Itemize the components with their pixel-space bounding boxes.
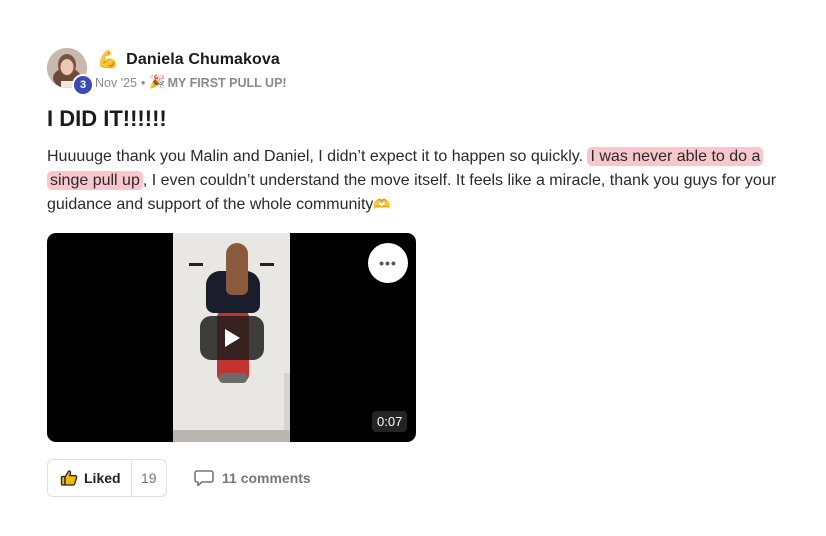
comments-button[interactable]: 11 comments bbox=[194, 469, 311, 487]
video-duration: 0:07 bbox=[372, 411, 408, 432]
post-title: I DID IT!!!!!! bbox=[47, 106, 167, 131]
flexed-biceps-icon: 💪 bbox=[97, 49, 119, 70]
post-text-end: , I even couldn’t understand the move it… bbox=[47, 172, 777, 213]
post-meta: Nov '25 • 🎉 MY FIRST PULL UP! bbox=[95, 75, 287, 90]
like-button[interactable]: Liked bbox=[48, 460, 132, 496]
author-row: 💪 Daniela Chumakova bbox=[97, 51, 280, 69]
level-badge: 3 bbox=[72, 74, 94, 96]
comment-icon bbox=[194, 470, 214, 487]
meta-separator: • bbox=[141, 75, 146, 90]
post-category[interactable]: MY FIRST PULL UP! bbox=[168, 76, 287, 90]
heart-hands-icon: 🫶 bbox=[373, 197, 391, 213]
pullup-bar-left bbox=[189, 263, 203, 266]
comments-label: 11 comments bbox=[222, 470, 311, 486]
like-label: Liked bbox=[84, 470, 121, 486]
pullup-bar-right bbox=[260, 263, 274, 266]
author-avatar-wrap[interactable]: 3 bbox=[47, 48, 94, 96]
like-count[interactable]: 19 bbox=[132, 470, 166, 486]
play-button[interactable] bbox=[200, 316, 264, 360]
person-feet bbox=[219, 373, 247, 383]
post-text-start: Huuuuge thank you Malin and Daniel, I di… bbox=[47, 148, 588, 165]
post-body: Huuuuge thank you Malin and Daniel, I di… bbox=[47, 145, 787, 217]
thumbs-up-icon bbox=[60, 470, 78, 486]
person-hair bbox=[226, 243, 248, 295]
video-player[interactable]: ••• 0:07 bbox=[47, 233, 416, 442]
author-name[interactable]: Daniela Chumakova bbox=[126, 51, 280, 69]
post-date[interactable]: Nov '25 bbox=[95, 76, 137, 90]
like-group: Liked 19 bbox=[47, 459, 167, 497]
play-icon bbox=[225, 329, 240, 347]
post-card: 3 💪 Daniela Chumakova Nov '25 • 🎉 MY FIR… bbox=[0, 0, 826, 536]
more-dots-icon: ••• bbox=[379, 255, 397, 271]
floor bbox=[173, 430, 290, 442]
more-options-button[interactable]: ••• bbox=[368, 243, 408, 283]
door-edge bbox=[284, 373, 290, 433]
party-popper-icon: 🎉 bbox=[149, 75, 166, 90]
